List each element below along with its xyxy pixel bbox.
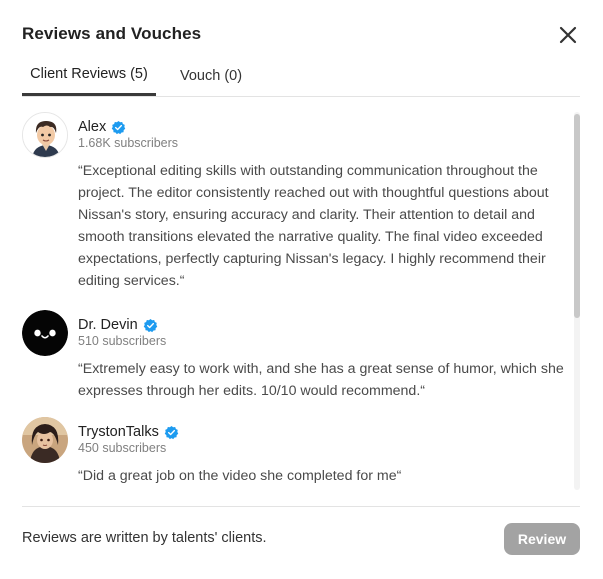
modal-title: Reviews and Vouches xyxy=(22,24,202,43)
scrollbar-thumb[interactable] xyxy=(574,114,580,318)
reviewer-name[interactable]: Alex xyxy=(78,119,106,135)
reviewer-name-row: Alex xyxy=(78,117,126,137)
avatar xyxy=(22,417,68,463)
avatar xyxy=(22,112,68,158)
anime-character-avatar-icon xyxy=(22,417,68,463)
verified-badge-icon xyxy=(143,318,158,333)
tab-bar: Client Reviews (5) Vouch (0) xyxy=(22,60,580,97)
reviewer-name-row: TrystonTalks xyxy=(78,422,179,442)
verified-badge-icon xyxy=(164,425,179,440)
smiley-face-avatar-icon xyxy=(22,310,68,356)
subscriber-count: 450 subscribers xyxy=(78,441,167,455)
reviews-list[interactable]: Alex 1.68K subscribers “Exceptional edit… xyxy=(22,112,570,490)
close-icon[interactable] xyxy=(556,23,580,47)
subscriber-count: 1.68K subscribers xyxy=(78,136,179,150)
reviews-modal: Reviews and Vouches Client Reviews (5) V… xyxy=(0,0,603,579)
review-text: “Extremely easy to work with, and she ha… xyxy=(78,361,564,399)
cartoon-person-avatar-icon xyxy=(23,113,67,157)
footer-note: Reviews are written by talents' clients. xyxy=(22,530,267,546)
reviewer-name[interactable]: TrystonTalks xyxy=(78,424,159,440)
review-text: “Did a great job on the video she comple… xyxy=(78,468,402,484)
reviewer-name[interactable]: Dr. Devin xyxy=(78,317,138,333)
footer-divider xyxy=(22,506,580,507)
avatar xyxy=(22,310,68,356)
tab-client-reviews[interactable]: Client Reviews (5) xyxy=(22,60,156,96)
review-text: “Exceptional editing skills with outstan… xyxy=(78,163,549,289)
subscriber-count: 510 subscribers xyxy=(78,334,167,348)
tab-vouch[interactable]: Vouch (0) xyxy=(180,60,242,97)
scrollbar[interactable] xyxy=(574,112,580,490)
review-button[interactable]: Review xyxy=(504,523,580,555)
verified-badge-icon xyxy=(111,120,126,135)
reviewer-name-row: Dr. Devin xyxy=(78,315,158,335)
